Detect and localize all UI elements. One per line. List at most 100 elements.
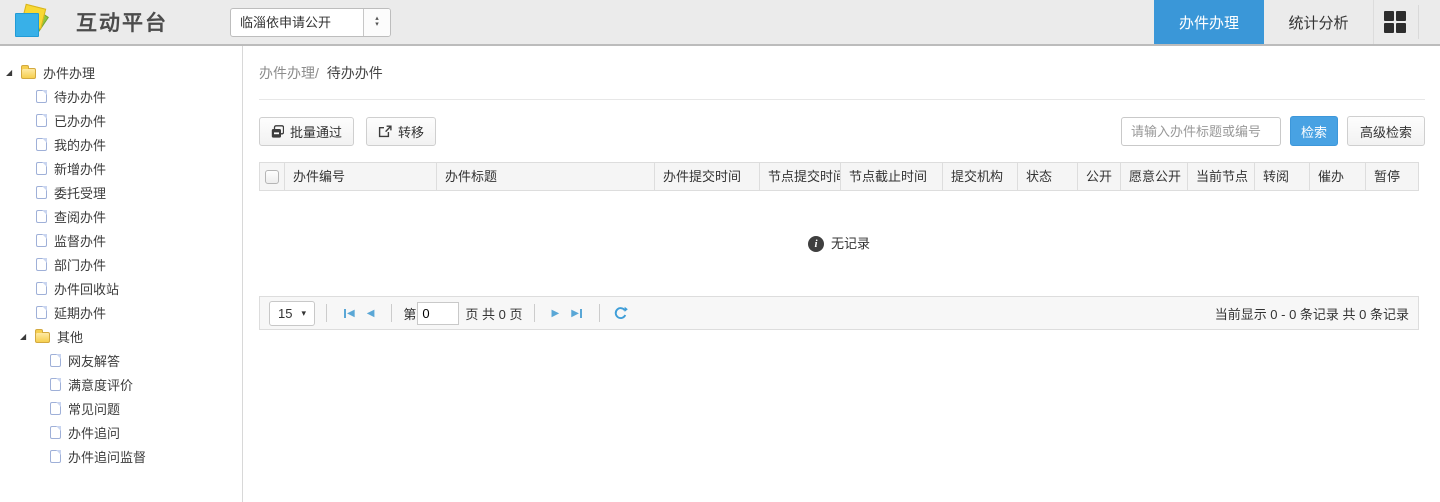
tab-tongji-fenxi[interactable]: 统计分析 [1264, 0, 1374, 44]
sidebar-item[interactable]: 办件回收站 [0, 276, 242, 300]
pager-divider [326, 304, 327, 322]
main-content: 办件办理/ 待办办件 批量通过 转移 请输入办件标题或编号 检索 高级检索 办件… [243, 46, 1440, 502]
last-page-icon: ▶ [571, 307, 579, 319]
column-header[interactable]: 提交机构 [942, 163, 1017, 190]
transfer-button[interactable]: 转移 [366, 116, 437, 146]
empty-state-text: 无记录 [830, 236, 870, 251]
sidebar-item[interactable]: 待办办件 [0, 84, 242, 108]
sidebar-folder-qita[interactable]: ◢ 其他 [0, 324, 242, 348]
file-icon [36, 161, 47, 175]
column-header[interactable]: 转阅 [1254, 163, 1309, 190]
refresh-button[interactable] [613, 306, 628, 321]
file-icon [36, 305, 47, 319]
refresh-icon [614, 306, 628, 319]
spinner-icon[interactable]: ▴ ▾ [363, 8, 390, 36]
file-icon [50, 401, 61, 415]
column-header[interactable]: 办件编号 [284, 163, 436, 190]
file-icon [36, 89, 47, 103]
sidebar-item-label: 新增办件 [54, 161, 107, 177]
batch-approve-button[interactable]: 批量通过 [259, 116, 355, 146]
records-table: 办件编号 办件标题 办件提交时间 节点提交时间 节点截止时间 提交机构 状态 公… [259, 162, 1419, 330]
next-page-icon: ▶ [551, 307, 560, 319]
site-select[interactable]: 临淄依申请公开 ▴ ▾ [230, 7, 391, 37]
sidebar-item[interactable]: 常见问题 [0, 396, 242, 420]
column-header[interactable]: 愿意公开 [1120, 163, 1187, 190]
file-icon [36, 113, 47, 127]
spin-down-icon: ▾ [375, 21, 379, 28]
previous-page-icon: ◀ [366, 307, 375, 319]
sidebar-item-label: 部门办件 [54, 257, 107, 273]
sidebar-folder-label: 办件办理 [43, 65, 96, 81]
search-button[interactable]: 检索 [1289, 116, 1338, 146]
sidebar-item[interactable]: 网友解答 [0, 348, 242, 372]
tab-label: 统计分析 [1288, 14, 1349, 32]
sidebar-item[interactable]: 延期办件 [0, 300, 242, 324]
sidebar-tree: ◢ 办件办理 待办办件 已办办件 我的办件 新增办件 委托受理 查阅办件 监督办… [0, 46, 243, 502]
tree-expand-icon[interactable]: ◢ [6, 68, 17, 77]
page-number-input[interactable] [417, 301, 460, 325]
sidebar-item[interactable]: 查阅办件 [0, 204, 242, 228]
file-icon [36, 209, 47, 223]
app-grid-icon[interactable] [1384, 11, 1406, 33]
file-icon [50, 449, 61, 463]
column-header[interactable]: 节点提交时间 [759, 163, 840, 190]
column-header[interactable]: 办件标题 [436, 163, 654, 190]
sidebar-item[interactable]: 监督办件 [0, 228, 242, 252]
previous-page-button[interactable]: ◀ [367, 308, 375, 319]
sidebar-item[interactable]: 新增办件 [0, 156, 242, 180]
advanced-search-button[interactable]: 高级检索 [1346, 116, 1425, 146]
app-title: 互动平台 [76, 12, 168, 35]
breadcrumb: 办件办理/ 待办办件 [259, 63, 1425, 100]
file-icon [50, 425, 61, 439]
toolbar: 批量通过 转移 检索 高级检索 [259, 116, 1425, 146]
sidebar-item-label: 待办办件 [54, 89, 107, 105]
caret-down-icon: ▾ [301, 307, 306, 318]
batch-copy-icon [271, 124, 284, 138]
first-page-button[interactable]: ◀ [344, 308, 355, 319]
column-header[interactable]: 当前节点 [1187, 163, 1254, 190]
page-label-prefix: 第 [403, 306, 417, 322]
last-page-button[interactable]: ▶ [571, 308, 582, 319]
sidebar-item-label: 监督办件 [54, 233, 107, 249]
column-header[interactable]: 状态 [1017, 163, 1077, 190]
sidebar-item[interactable]: 办件追问监督 [0, 444, 242, 468]
column-header[interactable]: 公开 [1077, 163, 1120, 190]
sidebar-item[interactable]: 满意度评价 [0, 372, 242, 396]
records-summary: 当前显示 0 - 0 条记录 共 0 条记录 [1214, 306, 1409, 322]
sidebar-item[interactable]: 我的办件 [0, 132, 242, 156]
first-page-icon: ◀ [347, 307, 355, 319]
transfer-label: 转移 [398, 124, 425, 140]
sidebar-sub-items: 网友解答 满意度评价 常见问题 办件追问 办件追问监督 [0, 348, 242, 468]
app-header: 互动平台 临淄依申请公开 ▴ ▾ 办件办理 统计分析 [0, 0, 1440, 46]
sidebar-item[interactable]: 已办办件 [0, 108, 242, 132]
next-page-button[interactable]: ▶ [552, 308, 560, 319]
sidebar-item[interactable]: 办件追问 [0, 420, 242, 444]
file-icon [36, 233, 47, 247]
select-all-checkbox[interactable] [265, 169, 279, 184]
sidebar-item-label: 已办办件 [54, 113, 107, 129]
file-icon [36, 137, 47, 151]
sidebar-item-label: 常见问题 [68, 401, 121, 417]
pager-divider [598, 304, 600, 322]
sidebar-item-label: 满意度评价 [68, 377, 134, 393]
tab-banjian-banli[interactable]: 办件办理 [1154, 0, 1264, 44]
sidebar-root-items: 待办办件 已办办件 我的办件 新增办件 委托受理 查阅办件 监督办件 部门办件 … [0, 84, 242, 324]
file-icon [50, 353, 61, 367]
column-header[interactable]: 办件提交时间 [654, 163, 759, 190]
breadcrumb-page: 待办办件 [326, 65, 383, 81]
breadcrumb-section: 办件办理/ [259, 65, 319, 81]
sidebar-item[interactable]: 部门办件 [0, 252, 242, 276]
tree-expand-icon[interactable]: ◢ [20, 332, 31, 341]
site-select-value: 临淄依申请公开 [240, 14, 332, 30]
sidebar-item-label: 查阅办件 [54, 209, 107, 225]
page-size-select[interactable]: 15 ▾ [269, 300, 315, 326]
search-input[interactable] [1120, 116, 1281, 146]
sidebar-item[interactable]: 委托受理 [0, 180, 242, 204]
column-header[interactable]: 暂停 [1365, 163, 1418, 190]
column-header[interactable]: 催办 [1309, 163, 1365, 190]
column-header[interactable]: 节点截止时间 [840, 163, 942, 190]
sidebar-item-label: 委托受理 [54, 185, 107, 201]
pager-divider [391, 304, 393, 322]
app-logo-icon [13, 3, 49, 40]
sidebar-folder-banjian[interactable]: ◢ 办件办理 [0, 60, 242, 84]
